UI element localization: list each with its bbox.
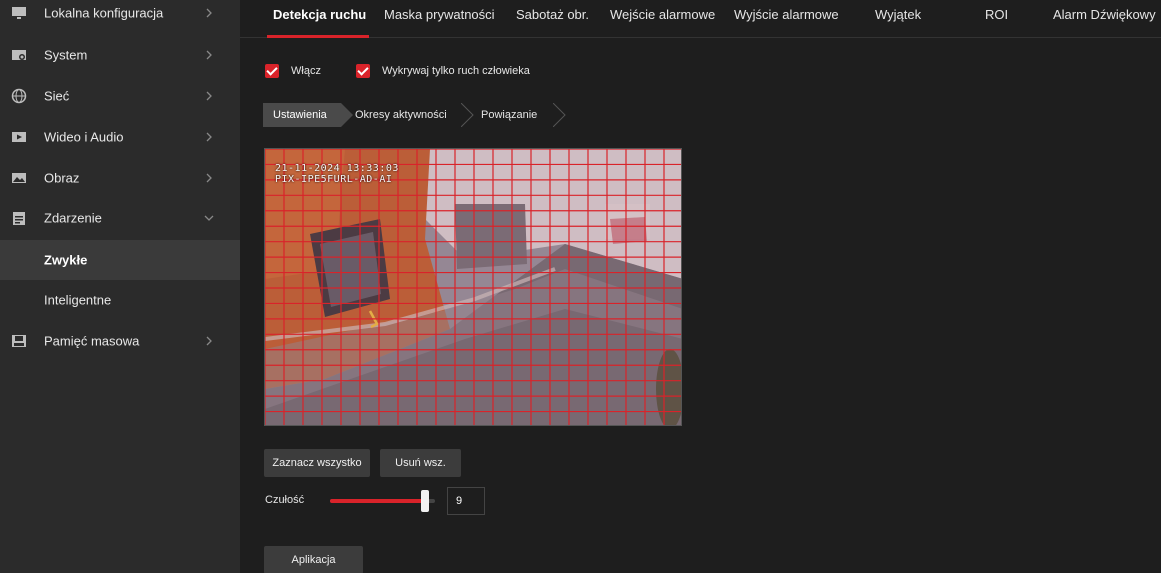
sidebar-item-system[interactable]: System — [0, 35, 240, 75]
sidebar-item-label: Sieć — [44, 88, 70, 104]
sensitivity-slider[interactable] — [330, 499, 435, 503]
tab-alarm-input[interactable]: Wejście alarmowe — [610, 0, 715, 32]
tab-tamper[interactable]: Sabotaż obr. — [516, 0, 589, 32]
sidebar-item-normal[interactable]: Zwykłe — [0, 240, 240, 280]
step-label: Okresy aktywności — [355, 109, 447, 121]
sidebar-item-network[interactable]: Sieć — [0, 76, 240, 116]
chevron-right-icon — [206, 336, 212, 346]
clear-all-button[interactable]: Usuń wsz. — [380, 449, 461, 477]
sidebar-item-video-audio[interactable]: Wideo i Audio — [0, 117, 240, 157]
sidebar-item-label: Pamięć masowa — [44, 333, 140, 349]
sensitivity-label: Czułość — [265, 494, 305, 506]
sidebar-item-local-config[interactable]: Lokalna konfiguracja — [0, 0, 240, 33]
apply-button[interactable]: Aplikacja — [264, 546, 363, 573]
storage-icon — [11, 333, 27, 349]
chevron-down-icon — [204, 215, 214, 221]
image-icon — [11, 170, 27, 186]
tab-privacy-mask[interactable]: Maska prywatności — [384, 0, 495, 32]
chevron-right-icon — [206, 8, 212, 18]
sidebar-item-image[interactable]: Obraz — [0, 158, 240, 198]
checkbox-checked-icon — [356, 64, 370, 78]
sidebar-item-label: System — [44, 47, 88, 63]
network-globe-icon — [11, 88, 27, 104]
sidebar-item-smart[interactable]: Inteligentne — [0, 280, 240, 320]
chevron-right-icon — [206, 50, 212, 60]
human-only-label: Wykrywaj tylko ruch człowieka — [382, 65, 530, 77]
step-activity-periods[interactable]: Okresy aktywności — [345, 103, 461, 127]
enable-checkbox[interactable]: Włącz — [265, 62, 321, 80]
chevron-right-icon — [206, 91, 212, 101]
video-osd: 21-11-2024 13:33:03 PIX-IPE5FURL-AD-AI — [275, 163, 399, 185]
osd-timestamp: 21-11-2024 13:33:03 — [275, 163, 399, 174]
step-label: Ustawienia — [273, 109, 327, 121]
checkbox-checked-icon — [265, 64, 279, 78]
calendar-icon — [11, 210, 27, 226]
active-tab-indicator — [267, 35, 369, 38]
enable-label: Włącz — [291, 65, 321, 77]
video-play-icon — [11, 129, 27, 145]
tab-alarm-output[interactable]: Wyjście alarmowe — [734, 0, 839, 32]
system-icon — [11, 47, 27, 63]
chevron-right-icon — [206, 173, 212, 183]
camera-scene — [265, 149, 682, 426]
step-arrow-icon — [553, 103, 566, 127]
sidebar-item-label: Wideo i Audio — [44, 129, 124, 145]
monitor-icon — [11, 5, 27, 21]
select-all-button[interactable]: Zaznacz wszystko — [264, 449, 370, 477]
sidebar-item-label: Obraz — [44, 170, 80, 186]
tab-motion-detection[interactable]: Detekcja ruchu — [273, 0, 366, 32]
sidebar-item-label: Lokalna konfiguracja — [44, 5, 164, 21]
sensitivity-slider-fill — [330, 499, 425, 503]
sensitivity-slider-thumb[interactable] — [420, 490, 429, 512]
tab-roi[interactable]: ROI — [985, 0, 1008, 32]
tab-exception[interactable]: Wyjątek — [875, 0, 921, 32]
human-only-checkbox[interactable]: Wykrywaj tylko ruch człowieka — [356, 62, 530, 80]
sensitivity-value-input[interactable]: 9 — [447, 487, 485, 515]
sidebar: Lokalna konfiguracja System Sieć Wideo i… — [0, 0, 240, 573]
step-linkage[interactable]: Powiązanie — [471, 103, 561, 127]
sidebar-item-storage[interactable]: Pamięć masowa — [0, 321, 240, 361]
tab-audio-alarm[interactable]: Alarm Dźwiękowy — [1053, 0, 1156, 32]
sidebar-item-label: Inteligentne — [44, 292, 112, 308]
motion-detection-video[interactable]: 21-11-2024 13:33:03 PIX-IPE5FURL-AD-AI — [264, 148, 682, 426]
sidebar-item-event[interactable]: Zdarzenie — [0, 198, 240, 238]
osd-camera-name: PIX-IPE5FURL-AD-AI — [275, 174, 393, 185]
step-settings[interactable]: Ustawienia — [263, 103, 341, 127]
sidebar-item-label: Zwykłe — [44, 252, 88, 268]
step-label: Powiązanie — [481, 109, 538, 121]
chevron-right-icon — [206, 132, 212, 142]
sidebar-item-label: Zdarzenie — [44, 210, 102, 226]
detection-grid[interactable] — [265, 149, 682, 426]
